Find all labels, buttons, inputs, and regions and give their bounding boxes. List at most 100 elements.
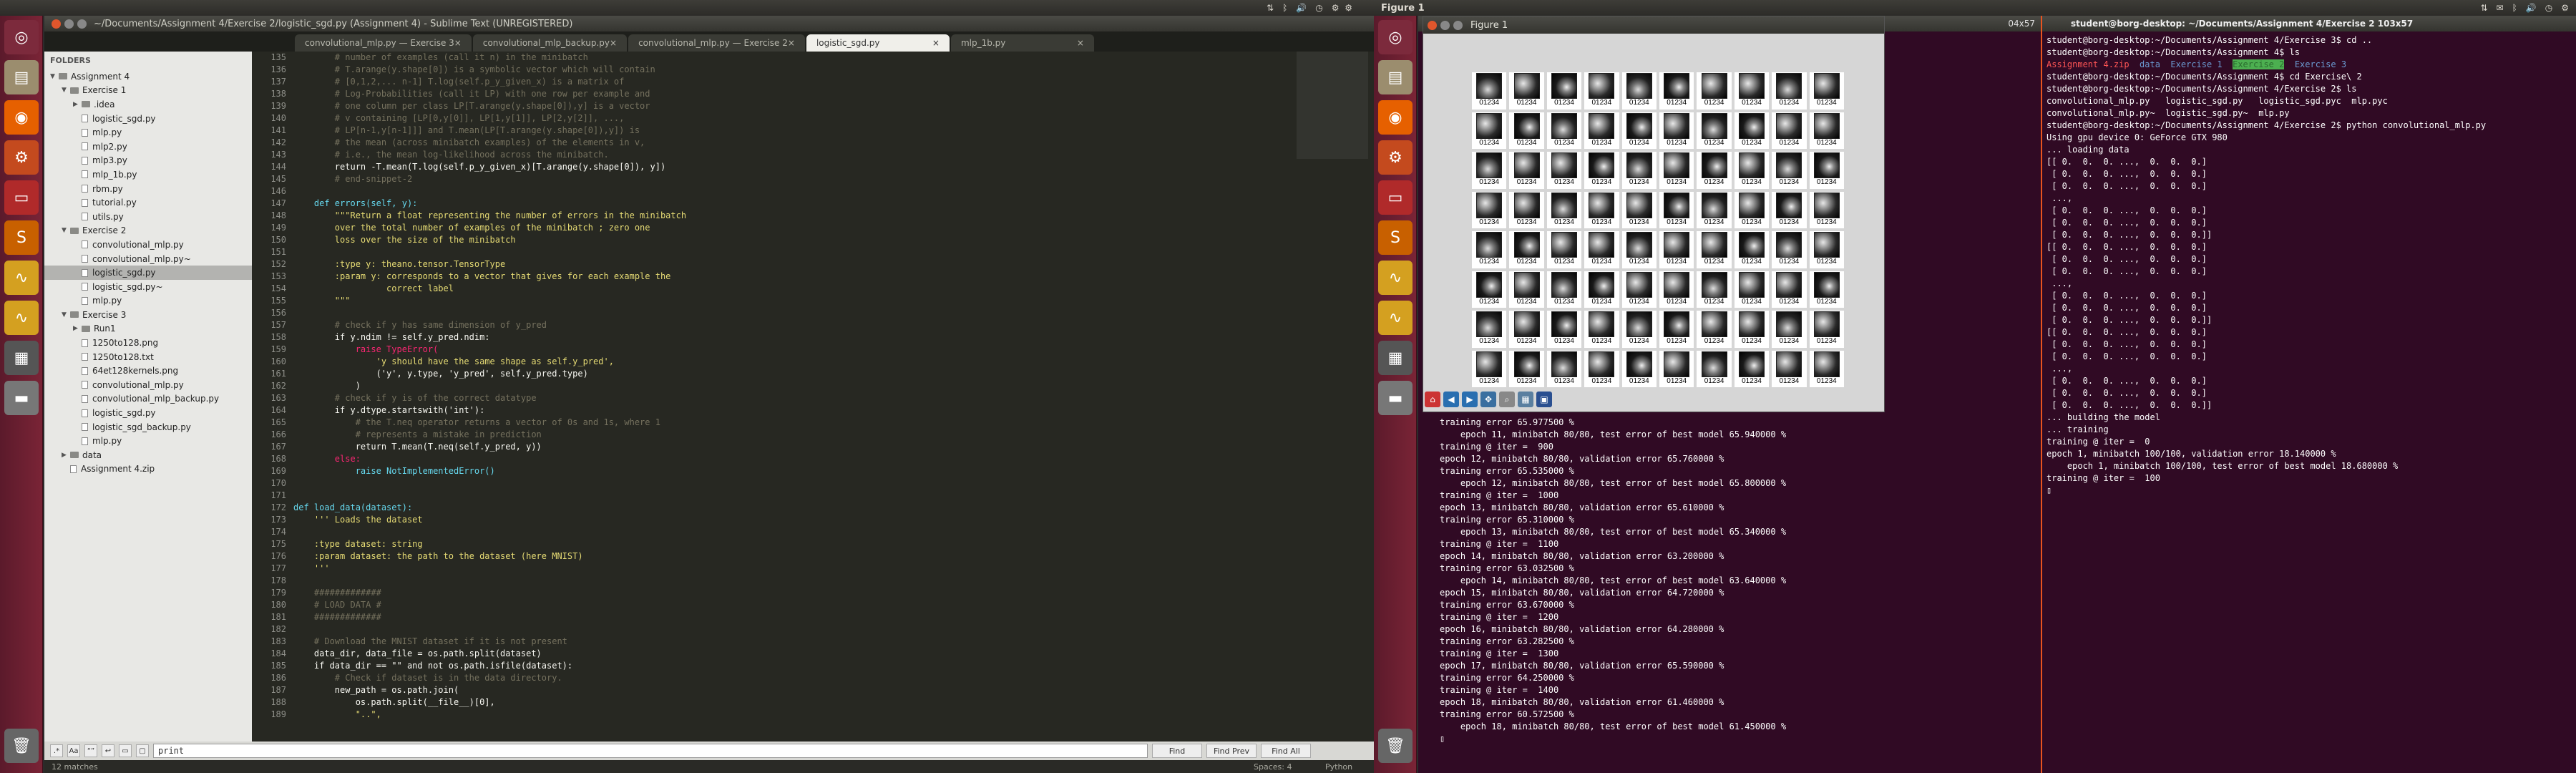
code-line[interactable]: raise TypeError( [293, 344, 1281, 356]
files-icon[interactable]: ▤ [4, 60, 39, 94]
code-line[interactable]: if data_dir == "" and not os.path.isfile… [293, 660, 1281, 672]
code-line[interactable]: # number of examples (call it n) in the … [293, 52, 1281, 64]
minimap[interactable] [1297, 52, 1368, 742]
home-icon[interactable]: ⌂ [1425, 392, 1440, 407]
code-line[interactable]: "..", [293, 709, 1281, 721]
code-line[interactable]: # LP[n-1,y[n-1]]] and T.mean(LP[T.arange… [293, 125, 1281, 137]
network-icon[interactable]: ⇅ [1267, 3, 1274, 13]
sidebar-item[interactable]: logistic_sgd.py [44, 266, 252, 280]
sidebar-item[interactable]: convolutional_mlp.py [44, 238, 252, 252]
sidebar-item[interactable]: tutorial.py [44, 195, 252, 210]
drive-icon[interactable]: ▬ [1378, 381, 1413, 415]
code-line[interactable]: # check if y has same dimension of y_pre… [293, 319, 1281, 331]
code-line[interactable]: """Return a float representing the numbe… [293, 210, 1281, 222]
chevron-down-icon[interactable]: ▼ [62, 311, 70, 319]
sidebar-item[interactable]: ▼ Exercise 2 [44, 224, 252, 238]
sidebar-item[interactable]: logistic_sgd_backup.py [44, 420, 252, 434]
monitor-icon[interactable]: ∿ [4, 301, 39, 335]
speaker-icon[interactable]: 🔊 [1296, 3, 1307, 13]
software-center-icon[interactable]: ⚙ [1378, 140, 1413, 175]
sidebar-item[interactable]: ▶ Run1 [44, 322, 252, 336]
code-line[interactable]: raise NotImplementedError() [293, 465, 1281, 477]
code-line[interactable]: new_path = os.path.join( [293, 684, 1281, 696]
workspace-switcher-icon[interactable]: ▦ [4, 341, 39, 375]
terminal-output[interactable]: student@borg-desktop:~/Documents/Assignm… [2046, 34, 2486, 497]
speaker-icon[interactable]: 🔊 [2526, 3, 2537, 13]
monitor-icon[interactable]: ∿ [1378, 301, 1413, 335]
code-line[interactable]: ('y', y.type, 'y_pred', self.y_pred.type… [293, 368, 1281, 380]
find-prev-button[interactable]: Find Prev [1206, 744, 1257, 758]
code-line[interactable]: if y.dtype.startswith('int'): [293, 404, 1281, 417]
settings-icon[interactable]: ⚙ [1332, 3, 1340, 13]
code-line[interactable]: # Log-Probabilities (call it LP) with on… [293, 88, 1281, 100]
sidebar-item[interactable]: mlp2.py [44, 140, 252, 154]
wrap-toggle[interactable]: ↩ [102, 744, 114, 757]
firefox-icon[interactable]: ◉ [1378, 100, 1413, 135]
case-sensitive-toggle[interactable]: Aa [67, 744, 80, 757]
code-line[interactable]: ''' Loads the dataset [293, 514, 1281, 526]
monitor-icon[interactable]: ∿ [1378, 261, 1413, 295]
close-icon[interactable]: × [932, 38, 940, 48]
sidebar-item[interactable]: ▶ .idea [44, 97, 252, 112]
settings-icon[interactable]: ⚙ [2561, 3, 2569, 13]
find-button[interactable]: Find [1152, 744, 1202, 758]
sidebar-item[interactable]: convolutional_mlp_backup.py [44, 392, 252, 407]
zoom-icon[interactable]: ⌕ [1499, 392, 1515, 407]
tab-2[interactable]: convolutional_mlp.py — Exercise 2 × [628, 34, 805, 52]
sidebar-item[interactable]: logistic_sgd.py [44, 112, 252, 126]
minimize-window-button[interactable] [1440, 20, 1450, 30]
terminal-output[interactable]: training error 65.977500 % epoch 11, min… [1440, 417, 1786, 745]
code-line[interactable] [293, 490, 1281, 502]
sidebar-item[interactable]: ▼ Exercise 1 [44, 84, 252, 98]
firefox-icon[interactable]: ◉ [4, 100, 39, 135]
code-line[interactable]: # end-snippet-2 [293, 173, 1281, 185]
code-line[interactable]: def errors(self, y): [293, 198, 1281, 210]
network-icon[interactable]: ⇅ [2480, 3, 2487, 13]
code-line[interactable]: # v containing [LP[0,y[0]], LP[1,y[1]], … [293, 112, 1281, 125]
minimap-viewport[interactable] [1297, 52, 1368, 159]
sidebar-item[interactable]: 1250to128.png [44, 336, 252, 350]
sidebar-item[interactable]: ▶ data [44, 448, 252, 462]
sidebar-item[interactable]: logistic_sgd.py~ [44, 280, 252, 294]
minimize-window-button[interactable] [64, 19, 74, 29]
code-line[interactable] [293, 307, 1281, 319]
code-line[interactable]: # T.arange(y.shape[0]) is a symbolic vec… [293, 64, 1281, 76]
trash-icon[interactable]: 🗑 [4, 729, 39, 763]
sidebar-item[interactable]: 1250to128.txt [44, 350, 252, 364]
whole-word-toggle[interactable]: “” [84, 744, 97, 757]
code-line[interactable]: ############# [293, 587, 1281, 599]
code-line[interactable]: 'y should have the same shape as self.y_… [293, 356, 1281, 368]
trash-icon[interactable]: 🗑 [1378, 729, 1413, 763]
clock-icon[interactable]: ◷ [2545, 3, 2552, 13]
sidebar-item[interactable]: utils.py [44, 210, 252, 224]
code-line[interactable]: ''' [293, 563, 1281, 575]
workspace-switcher-icon[interactable]: ▦ [1378, 341, 1413, 375]
sublime-text-icon[interactable]: S [4, 220, 39, 255]
code-line[interactable]: # [0,1,2,... n-1] T.log(self.p_y_given_x… [293, 76, 1281, 88]
pan-icon[interactable]: ✥ [1480, 392, 1496, 407]
maximize-window-button[interactable] [1453, 20, 1463, 30]
sidebar-item[interactable]: mlp.py [44, 434, 252, 448]
sidebar-item[interactable]: convolutional_mlp.py [44, 378, 252, 392]
monitor-icon[interactable]: ∿ [4, 261, 39, 295]
sidebar-item[interactable]: Assignment 4.zip [44, 462, 252, 477]
code-line[interactable]: # the mean (across minibatch examples) o… [293, 137, 1281, 149]
sidebar-item[interactable]: rbm.py [44, 182, 252, 196]
close-icon[interactable]: × [610, 38, 617, 48]
code-line[interactable]: # Download the MNIST dataset if it is no… [293, 636, 1281, 648]
code-line[interactable] [293, 623, 1281, 636]
code-line[interactable] [293, 185, 1281, 198]
close-window-button[interactable] [52, 19, 61, 29]
code-line[interactable]: # i.e., the mean log-likelihood across t… [293, 149, 1281, 161]
code-line[interactable]: data_dir, data_file = os.path.split(data… [293, 648, 1281, 660]
forward-icon[interactable]: ▶ [1462, 392, 1478, 407]
sidebar-item[interactable]: ▼ Exercise 3 [44, 308, 252, 322]
in-selection-toggle[interactable]: ▭ [119, 744, 132, 757]
highlight-toggle[interactable]: ▢ [136, 744, 149, 757]
chevron-down-icon[interactable]: ▼ [62, 87, 70, 94]
regex-toggle[interactable]: .* [50, 744, 63, 757]
subplots-icon[interactable]: ▦ [1518, 392, 1533, 407]
chevron-right-icon[interactable]: ▶ [73, 325, 82, 332]
save-icon[interactable]: ▣ [1536, 392, 1552, 407]
sidebar-item[interactable]: mlp_1b.py [44, 167, 252, 182]
